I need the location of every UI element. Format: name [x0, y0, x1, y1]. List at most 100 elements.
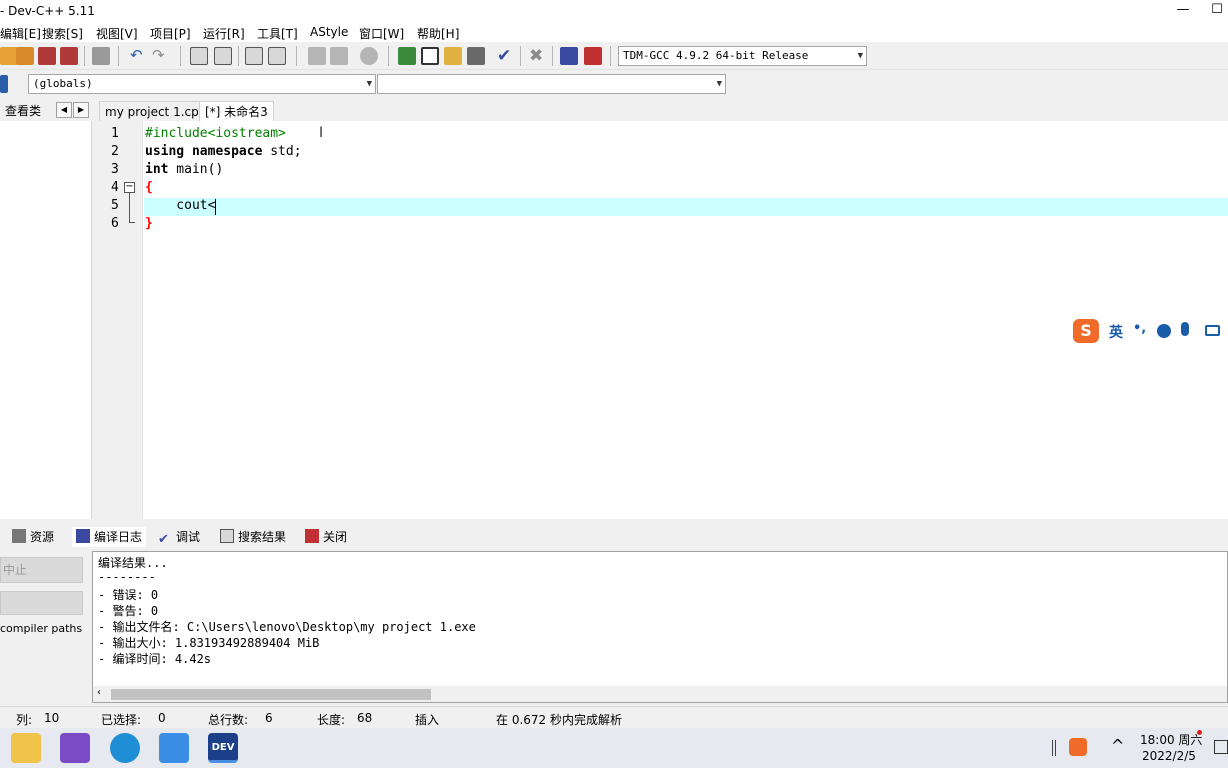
clock-date[interactable]: 2022/2/5 [1142, 749, 1196, 763]
menu-help[interactable]: 帮助[H] [417, 25, 459, 42]
compiler-paths-checkbox[interactable]: compiler paths [0, 622, 82, 635]
menu-run[interactable]: 运行[R] [203, 25, 245, 42]
profile-icon[interactable] [560, 47, 578, 65]
windows-taskbar: DEV ^ 18:00 周六 2022/2/5 [0, 728, 1228, 768]
line-number: 1 [111, 126, 119, 141]
stop-icon[interactable]: ✖ [529, 47, 547, 65]
toggle-bookmark-icon[interactable] [360, 47, 378, 65]
redo-icon[interactable]: ↷ [152, 47, 170, 65]
print-icon[interactable] [92, 47, 110, 65]
keyword: using namespace [145, 144, 263, 159]
goto-icon[interactable] [245, 47, 263, 65]
text-cursor [215, 199, 216, 215]
tab-close[interactable]: 关闭 [305, 527, 347, 547]
panel-icon[interactable] [0, 75, 8, 93]
ime-mode[interactable]: 英 [1109, 322, 1123, 342]
compile-run-icon[interactable] [444, 47, 462, 65]
code-line-4: { [145, 180, 153, 195]
log-line: 编译结果... [98, 556, 168, 570]
notification-center-icon[interactable] [1214, 740, 1228, 754]
line-gutter: 1 2 3 4 5 6 − [99, 121, 143, 519]
keyword: int [145, 162, 169, 177]
class-browser-panel [0, 121, 92, 519]
log-line: - 警告: 0 [98, 604, 159, 618]
save-icon[interactable] [38, 47, 56, 65]
indent-icon[interactable] [268, 47, 286, 65]
status-sel-label: 已选择: [101, 713, 142, 727]
chevron-down-icon: ▼ [716, 79, 722, 89]
tab-label: 编译日志 [94, 530, 143, 544]
ime-toolbar[interactable]: S 英 •, [1071, 317, 1228, 345]
fold-toggle-icon[interactable]: − [124, 182, 135, 193]
tab-debug[interactable]: ✔ 调试 [158, 527, 200, 547]
clock-time[interactable]: 18:00 周六 [1140, 731, 1202, 748]
compiler-select[interactable]: TDM-GCC 4.9.2 64-bit Release ▼ [618, 46, 867, 66]
file-explorer-icon[interactable] [11, 733, 41, 763]
bookmark-prev-icon[interactable] [308, 47, 326, 65]
tab-compile-log[interactable]: 编译日志 [72, 527, 147, 547]
find-icon[interactable] [190, 47, 208, 65]
open-file-icon[interactable] [16, 47, 34, 65]
menu-astyle[interactable]: AStyle [310, 25, 348, 39]
media-player-icon[interactable] [159, 733, 189, 763]
horizontal-scrollbar[interactable]: ‹ [93, 686, 1227, 702]
member-select[interactable]: ▼ [377, 74, 726, 94]
compile-log[interactable]: 编译结果... -------- - 错误: 0 - 警告: 0 - 输出文件名… [92, 551, 1228, 703]
menu-edit[interactable]: 编辑[E] [0, 25, 41, 42]
chevron-left-icon[interactable]: ◀ [56, 102, 72, 118]
devcpp-taskbar-icon[interactable]: DEV [208, 733, 238, 763]
blank-button[interactable] [0, 591, 83, 615]
visual-studio-icon[interactable] [60, 733, 90, 763]
chevron-down-icon: ▼ [857, 51, 863, 61]
code-editor[interactable]: 1 2 3 4 5 6 − #include<iostream> using n… [99, 121, 1228, 519]
tab-label: 调试 [176, 530, 201, 544]
code-line-1: #include<iostream> [145, 126, 286, 141]
scrollbar-thumb[interactable] [111, 689, 431, 700]
replace-icon[interactable] [214, 47, 232, 65]
syntax-check-icon[interactable]: ✔ [497, 47, 515, 65]
status-mode: 插入 [415, 713, 440, 727]
tab-file-untitled[interactable]: [*] 未命名3 [199, 101, 274, 121]
status-len: 68 [357, 711, 373, 725]
microphone-icon[interactable] [1181, 322, 1189, 336]
code-text: std; [262, 144, 302, 159]
sogou-tray-icon[interactable] [1069, 738, 1087, 756]
line-number: 5 [111, 198, 119, 213]
code-line-2: using namespace std; [145, 144, 302, 159]
save-all-icon[interactable] [60, 47, 78, 65]
undo-icon[interactable]: ↶ [130, 47, 148, 65]
abort-button[interactable]: 中止 [0, 557, 83, 583]
log-line: -------- [98, 570, 156, 584]
status-col-label: 列: [16, 713, 33, 727]
code-line-6: } [145, 216, 153, 231]
delete-profile-icon[interactable] [584, 47, 602, 65]
bookmark-next-icon[interactable] [330, 47, 348, 65]
ibeam-cursor-icon: I [319, 125, 324, 141]
emoji-icon[interactable] [1157, 324, 1171, 338]
compile-icon[interactable] [398, 47, 416, 65]
tab-resources[interactable]: 资源 [12, 527, 54, 547]
menu-search[interactable]: 搜索[S] [42, 25, 83, 42]
ime-punct[interactable]: •, [1133, 321, 1146, 336]
keyboard-icon[interactable] [1205, 325, 1220, 336]
chevron-right-icon[interactable]: ▶ [73, 102, 89, 118]
title-bar: - Dev-C++ 5.11 — ☐ [0, 0, 1228, 22]
menu-tools[interactable]: 工具[T] [257, 25, 298, 42]
sogou-logo-icon[interactable]: S [1073, 319, 1099, 343]
tab-label: 关闭 [323, 530, 348, 544]
chevron-left-icon[interactable]: ‹ [97, 687, 101, 698]
tab-file-project[interactable]: my project 1.cpp [99, 101, 213, 121]
minimize-button[interactable]: — [1160, 0, 1206, 22]
menu-window[interactable]: 窗口[W] [359, 25, 404, 42]
edge-icon[interactable] [110, 733, 140, 763]
rebuild-icon[interactable] [467, 47, 485, 65]
tab-class-view[interactable]: 查看类 [0, 101, 46, 121]
tab-search-results[interactable]: 搜索结果 [220, 527, 286, 547]
maximize-button[interactable]: ☐ [1206, 0, 1228, 22]
status-len-label: 长度: [317, 713, 346, 727]
menu-project[interactable]: 项目[P] [150, 25, 191, 42]
menu-view[interactable]: 视图[V] [96, 25, 138, 42]
chevron-up-icon[interactable]: ^ [1111, 736, 1124, 755]
run-icon[interactable] [421, 47, 439, 65]
scope-select[interactable]: (globals) ▼ [28, 74, 376, 94]
